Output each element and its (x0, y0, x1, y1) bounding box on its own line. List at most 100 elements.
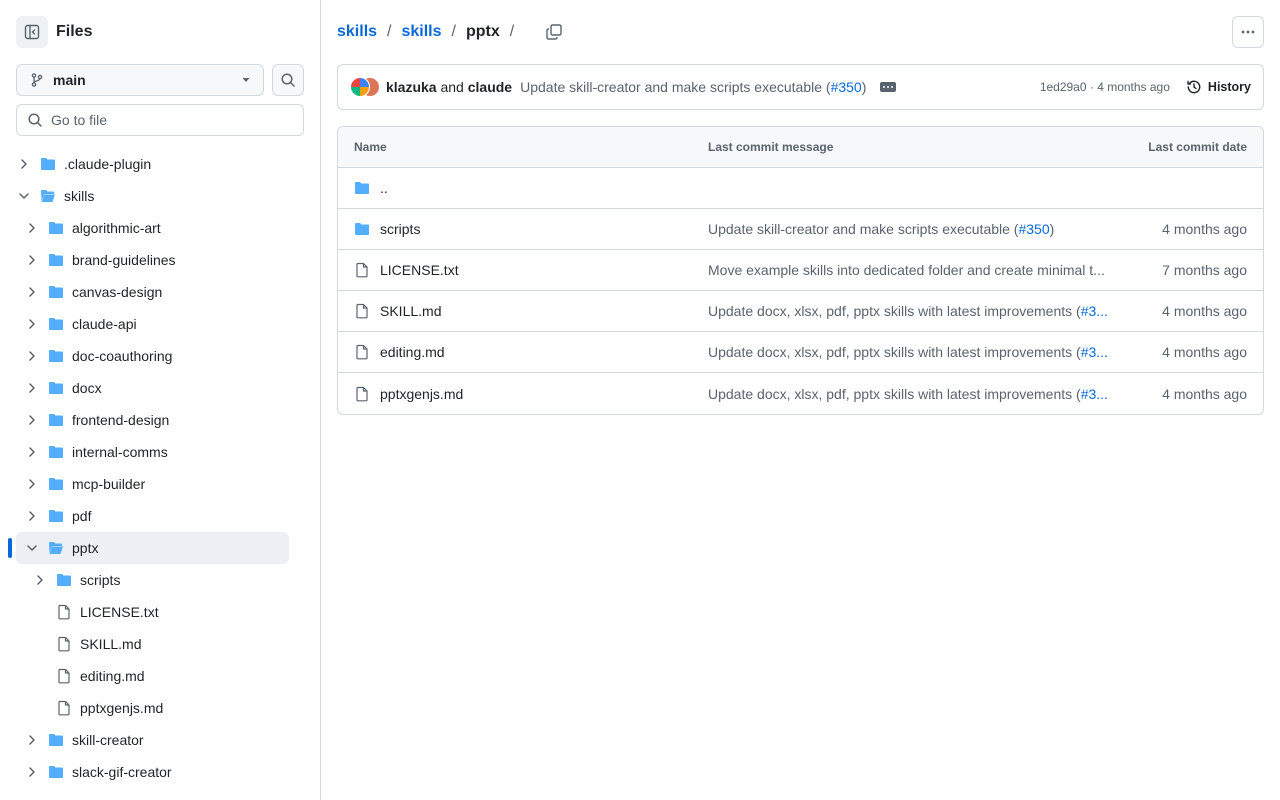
chevron-right-icon[interactable] (24, 508, 40, 524)
tree-item[interactable]: pptxgenjs.md (0, 692, 320, 724)
author-link[interactable]: klazuka (386, 79, 437, 95)
tree-item[interactable]: pptx (0, 532, 320, 564)
table-row[interactable]: scripts Update skill-creator and make scr… (338, 209, 1263, 250)
chevron-right-icon[interactable] (24, 220, 40, 236)
pull-request-link[interactable]: #3... (1081, 344, 1108, 360)
file-icon (354, 262, 370, 278)
branch-name: main (53, 72, 86, 88)
chevron-right-icon[interactable] (24, 348, 40, 364)
tree-item[interactable]: skills (0, 180, 320, 212)
go-to-file-input[interactable] (51, 112, 291, 128)
file-icon (56, 604, 72, 620)
branch-selector[interactable]: main (16, 64, 264, 96)
table-row[interactable]: LICENSE.txt Move example skills into dedi… (338, 250, 1263, 291)
tree-item-label: internal-comms (72, 444, 168, 460)
history-button[interactable]: History (1186, 79, 1251, 95)
collapse-sidebar-button[interactable] (16, 16, 48, 48)
tree-item[interactable]: doc-coauthoring (0, 340, 320, 372)
table-row[interactable]: pptxgenjs.md Update docx, xlsx, pdf, pptx… (338, 373, 1263, 414)
table-row[interactable]: SKILL.md Update docx, xlsx, pdf, pptx ski… (338, 291, 1263, 332)
git-branch-icon (31, 73, 43, 87)
chevron-right-icon[interactable] (24, 316, 40, 332)
tree-item-label: algorithmic-art (72, 220, 161, 236)
commit-message-cell[interactable]: Move example skills into dedicated folde… (708, 262, 1108, 278)
copy-icon (546, 24, 562, 40)
commit-message-end: ) (861, 79, 867, 95)
caret-down-icon (242, 78, 250, 82)
tree-item[interactable]: SKILL.md (0, 628, 320, 660)
file-icon (354, 344, 370, 360)
tree-item[interactable]: frontend-design (0, 404, 320, 436)
sidebar-title: Files (56, 23, 93, 40)
tree-item[interactable]: brand-guidelines (0, 244, 320, 276)
go-to-file-field[interactable] (16, 104, 304, 136)
parent-directory-row[interactable]: .. (338, 168, 1263, 209)
file-name-link[interactable]: scripts (380, 221, 420, 237)
expand-commit-message-button[interactable] (880, 82, 897, 92)
tree-item[interactable]: algorithmic-art (0, 212, 320, 244)
breadcrumb-link-repo[interactable]: skills (337, 23, 377, 41)
commit-message-text: Update skill-creator and make scripts ex… (520, 79, 831, 95)
commit-message-end: ) (1049, 221, 1055, 237)
search-icon (28, 113, 42, 127)
commit-message-cell[interactable]: Update docx, xlsx, pdf, pptx skills with… (708, 386, 1108, 402)
search-files-button[interactable] (272, 64, 304, 96)
search-icon (281, 73, 295, 87)
tree-item[interactable]: editing.md (0, 660, 320, 692)
chevron-right-icon[interactable] (32, 572, 48, 588)
chevron-right-icon[interactable] (24, 412, 40, 428)
chevron-right-icon[interactable] (24, 252, 40, 268)
commit-message-cell[interactable]: Update docx, xlsx, pdf, pptx skills with… (708, 344, 1108, 360)
file-name-link[interactable]: SKILL.md (380, 303, 441, 319)
chevron-down-icon[interactable] (24, 540, 40, 556)
tree-item[interactable]: pdf (0, 500, 320, 532)
commit-meta[interactable]: 1ed29a0 · 4 months ago (1040, 80, 1170, 94)
tree-item[interactable]: docx (0, 372, 320, 404)
tree-item[interactable]: internal-comms (0, 436, 320, 468)
breadcrumb-link-skills[interactable]: skills (401, 23, 441, 41)
author-link[interactable]: claude (468, 79, 512, 95)
tree-item[interactable]: scripts (0, 564, 320, 596)
tree-item[interactable]: LICENSE.txt (0, 596, 320, 628)
tree-item[interactable]: claude-api (0, 308, 320, 340)
file-name-link[interactable]: editing.md (380, 344, 445, 360)
chevron-right-icon[interactable] (16, 156, 32, 172)
folder-icon (48, 412, 64, 428)
commit-message-cell[interactable]: Update skill-creator and make scripts ex… (708, 221, 1108, 237)
chevron-right-icon[interactable] (24, 476, 40, 492)
commit-message[interactable]: Update skill-creator and make scripts ex… (520, 79, 866, 95)
chevron-right-icon[interactable] (24, 732, 40, 748)
chevron-right-icon[interactable] (24, 444, 40, 460)
commit-date-cell: 4 months ago (1162, 344, 1247, 360)
pull-request-link[interactable]: #3... (1081, 386, 1108, 402)
pull-request-link[interactable]: #3... (1081, 303, 1108, 319)
breadcrumb-separator: / (387, 23, 392, 40)
sidebar-collapse-icon (24, 24, 40, 40)
file-icon (354, 386, 370, 402)
chevron-right-icon[interactable] (24, 764, 40, 780)
tree-item[interactable]: skill-creator (0, 724, 320, 756)
pull-request-link[interactable]: #350 (831, 79, 862, 95)
file-tree-sidebar: Files main .claude-plugin skills algorithm… (0, 0, 321, 800)
avatar[interactable] (350, 77, 370, 97)
copy-path-button[interactable] (542, 20, 566, 44)
file-name-link[interactable]: LICENSE.txt (380, 262, 459, 278)
chevron-right-icon[interactable] (24, 284, 40, 300)
file-name-link[interactable]: pptxgenjs.md (380, 386, 463, 402)
parent-directory-link[interactable]: .. (380, 180, 388, 196)
chevron-down-icon[interactable] (16, 188, 32, 204)
pull-request-link[interactable]: #350 (1018, 221, 1049, 237)
table-row[interactable]: editing.md Update docx, xlsx, pdf, pptx s… (338, 332, 1263, 373)
tree-item[interactable]: .claude-plugin (0, 148, 320, 180)
more-options-button[interactable] (1232, 16, 1264, 48)
tree-item[interactable]: mcp-builder (0, 468, 320, 500)
commit-message-cell[interactable]: Update docx, xlsx, pdf, pptx skills with… (708, 303, 1108, 319)
tree-item[interactable]: canvas-design (0, 276, 320, 308)
tree-item-label: pptx (72, 540, 99, 556)
tree-item-label: skills (64, 188, 95, 204)
breadcrumb-separator: / (509, 23, 515, 40)
chevron-right-icon[interactable] (24, 380, 40, 396)
history-label: History (1207, 80, 1251, 94)
tree-item-label: SKILL.md (80, 636, 142, 652)
tree-item[interactable]: slack-gif-creator (0, 756, 320, 788)
